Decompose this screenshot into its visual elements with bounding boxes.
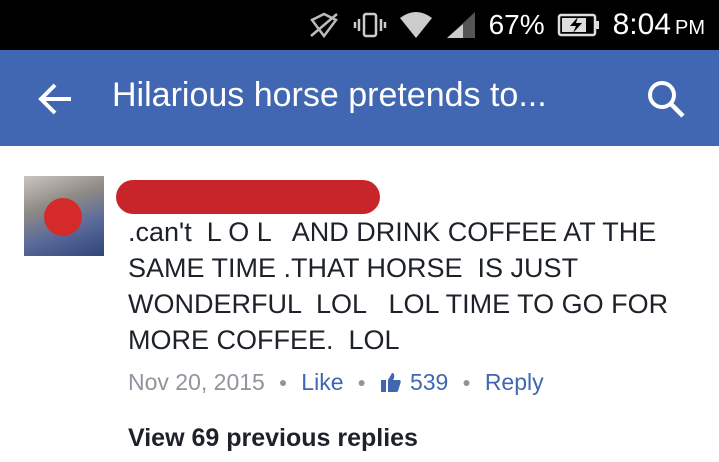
view-previous-replies[interactable]: View 69 previous replies — [128, 424, 418, 453]
comment: .can't L O L AND DRINK COFFEE AT THE SAM… — [0, 146, 719, 462]
like-count-value: 539 — [409, 368, 449, 395]
vibrate-icon — [353, 10, 387, 40]
search-button[interactable] — [641, 74, 691, 124]
comment-text: .can't L O L AND DRINK COFFEE AT THE SAM… — [128, 217, 676, 355]
signal-icon — [445, 10, 477, 40]
comment-date[interactable]: Nov 20, 2015 — [128, 369, 265, 396]
comment-meta: Nov 20, 2015 ● Like ● 539 ● Reply — [128, 367, 544, 397]
author-redaction — [116, 180, 380, 214]
status-bar: 67% 8:04 PM — [0, 0, 719, 50]
clock: 8:04 PM — [613, 8, 705, 42]
like-count[interactable]: 539 — [380, 369, 448, 396]
search-icon — [648, 81, 685, 118]
thumbs-up-icon — [380, 373, 401, 392]
separator-dot: ● — [357, 374, 366, 390]
app-bar: Hilarious horse pretends to... — [0, 50, 719, 146]
back-arrow-icon — [38, 83, 71, 115]
like-button[interactable]: Like — [301, 369, 343, 396]
no-sim-icon — [307, 10, 341, 40]
page-title: Hilarious horse pretends to... — [112, 76, 547, 114]
battery-percent: 67% — [488, 9, 545, 40]
status-icons: 67% 8:04 PM — [307, 0, 705, 50]
avatar-redaction — [44, 198, 82, 236]
avatar[interactable] — [24, 176, 104, 256]
back-button[interactable] — [30, 74, 80, 124]
clock-time: 8:04 — [612, 8, 671, 41]
separator-dot: ● — [462, 374, 471, 390]
reply-button[interactable]: Reply — [485, 369, 544, 396]
separator-dot: ● — [278, 374, 288, 390]
battery-charging-icon — [557, 12, 601, 38]
wifi-icon — [399, 10, 433, 40]
clock-ampm: PM — [675, 17, 705, 39]
